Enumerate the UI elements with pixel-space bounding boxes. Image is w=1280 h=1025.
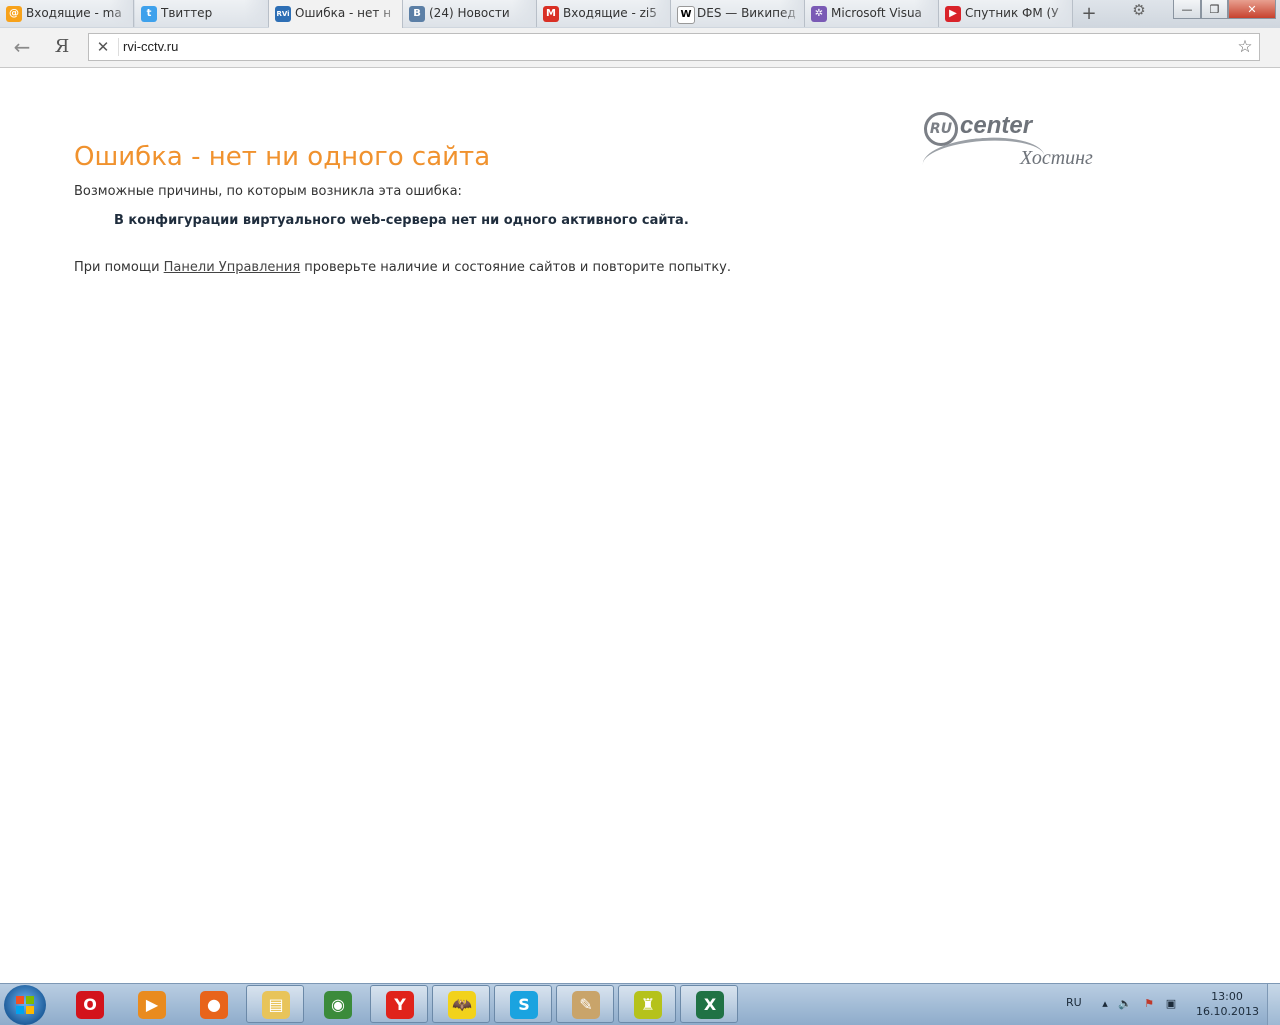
taskbar-item-opera[interactable]: O	[60, 985, 118, 1023]
browser-tab-label: Твиттер	[161, 0, 268, 27]
browser-tab[interactable]: M Входящие - zi5	[537, 0, 671, 27]
logo-hosting-text: Хостинг	[1020, 147, 1093, 169]
browser-tab[interactable]: B (24) Новости	[403, 0, 537, 27]
start-button[interactable]	[4, 985, 46, 1025]
browser-tab[interactable]: W DES — Википед	[671, 0, 805, 27]
help-text: При помощи Панели Управления проверьте н…	[74, 260, 731, 276]
browser-tab[interactable]: @ Входящие - ma	[0, 0, 134, 27]
yandex-logo-icon[interactable]: Я	[52, 36, 72, 58]
minimize-button[interactable]: —	[1173, 0, 1201, 19]
game-icon: ♜	[634, 991, 662, 1019]
windows-taskbar: O ▶ ● ▤ ◉ Y 🦇 S ✎ ♜ X RU ▴ 🔈 ⚑ ▣ 13:00 16.10.2013	[0, 983, 1280, 1025]
media-player-icon: ▶	[138, 991, 166, 1019]
browser-tab[interactable]: ✲ Microsoft Visua	[805, 0, 939, 27]
back-arrow-icon[interactable]: ←	[10, 36, 34, 58]
skype-icon: S	[510, 991, 538, 1019]
settings-gear-icon[interactable]: ⚙	[1124, 0, 1154, 20]
firefox-icon: ●	[200, 991, 228, 1019]
taskbar-item-the-bat[interactable]: 🦇	[432, 985, 490, 1023]
browser-tab-label: (24) Новости	[429, 0, 536, 27]
new-tab-button[interactable]: +	[1078, 3, 1100, 25]
vk-icon: B	[409, 6, 425, 22]
taskbar-item-firefox[interactable]: ●	[184, 985, 242, 1023]
mail-ru-icon: @	[6, 6, 22, 22]
browser-tab[interactable]: RVi Ошибка - нет н	[269, 0, 403, 28]
browser-tab-label: Microsoft Visua	[831, 0, 938, 27]
browser-tab-label: Спутник ФМ (У	[965, 0, 1072, 27]
wikipedia-icon: W	[677, 6, 695, 24]
clock[interactable]: 13:00 16.10.2013	[1196, 989, 1259, 1019]
error-title: Ошибка - нет ни одного сайта	[74, 142, 491, 172]
gmail-icon: M	[543, 6, 559, 22]
excel-icon: X	[696, 991, 724, 1019]
sputnik-fm-icon: ▶	[945, 6, 961, 22]
windows-flag-icon	[16, 996, 34, 1014]
stop-loading-icon[interactable]: ✕	[94, 38, 112, 56]
taskbar-item-chrome[interactable]: ◉	[308, 985, 366, 1023]
help-suffix: проверьте наличие и состояние сайтов и п…	[300, 260, 731, 275]
ru-logo-mark: RU	[924, 112, 958, 146]
maximize-button[interactable]: ❐	[1201, 0, 1228, 19]
opera-icon: O	[76, 991, 104, 1019]
system-tray: RU ▴ 🔈 ⚑ ▣ 13:00 16.10.2013	[1060, 984, 1280, 1025]
logo-center-text: center	[960, 112, 1033, 139]
tab-strip: @ Входящие - ma t Твиттер RVi Ошибка - нет нB…	[0, 0, 1280, 29]
show-desktop-button[interactable]	[1267, 984, 1280, 1025]
browser-toolbar: ← Я ✕ rvi-cctv.ru ☆	[0, 28, 1280, 68]
yandex-browser-icon: Y	[386, 991, 414, 1019]
language-indicator[interactable]: RU	[1066, 996, 1082, 1009]
paint-icon: ✎	[572, 991, 600, 1019]
help-prefix: При помощи	[74, 260, 164, 275]
ru-center-hosting-logo: RU center Хостинг	[920, 108, 1110, 172]
clock-time: 13:00	[1211, 990, 1243, 1003]
taskbar-item-excel[interactable]: X	[680, 985, 738, 1023]
page-content: RU center Хостинг Ошибка - нет ни одного…	[0, 68, 1280, 983]
action-center-flag-icon[interactable]: ⚑	[1142, 997, 1156, 1011]
network-icon[interactable]: ▣	[1164, 997, 1178, 1011]
browser-tab-label: DES — Википед	[697, 0, 804, 27]
taskbar-item-explorer[interactable]: ▤	[246, 985, 304, 1023]
control-panel-link[interactable]: Панели Управления	[164, 260, 301, 275]
url-text[interactable]: rvi-cctv.ru	[123, 34, 178, 60]
close-window-button[interactable]: ✕	[1228, 0, 1276, 19]
error-reason: В конфигурации виртуального web-сервера …	[114, 213, 689, 228]
bookmark-star-icon[interactable]: ☆	[1235, 37, 1255, 57]
folder-icon: ▤	[262, 991, 290, 1019]
clock-date: 16.10.2013	[1196, 1005, 1259, 1018]
rvi-icon: RVi	[275, 6, 291, 22]
visual-studio-icon: ✲	[811, 6, 827, 22]
tray-expand-icon[interactable]: ▴	[1098, 997, 1112, 1011]
address-bar-divider	[118, 38, 119, 56]
taskbar-item-skype[interactable]: S	[494, 985, 552, 1023]
volume-icon[interactable]: 🔈	[1118, 997, 1132, 1011]
twitter-icon: t	[141, 6, 157, 22]
browser-tab-label: Ошибка - нет н	[295, 0, 402, 27]
browser-tab[interactable]: ▶ Спутник ФМ (У	[939, 0, 1073, 27]
taskbar-item-game[interactable]: ♜	[618, 985, 676, 1023]
browser-tab-label: Входящие - zi5	[563, 0, 670, 27]
taskbar-item-paint[interactable]: ✎	[556, 985, 614, 1023]
browser-tab-label: Входящие - ma	[26, 0, 133, 27]
browser-tab[interactable]: t Твиттер	[135, 0, 269, 27]
the-bat-icon: 🦇	[448, 991, 476, 1019]
address-bar[interactable]: ✕ rvi-cctv.ru ☆	[88, 33, 1260, 61]
taskbar-item-media-player[interactable]: ▶	[122, 985, 180, 1023]
taskbar-item-yandex-browser[interactable]: Y	[370, 985, 428, 1023]
reasons-label: Возможные причины, по которым возникла э…	[74, 184, 462, 199]
chrome-icon: ◉	[324, 991, 352, 1019]
